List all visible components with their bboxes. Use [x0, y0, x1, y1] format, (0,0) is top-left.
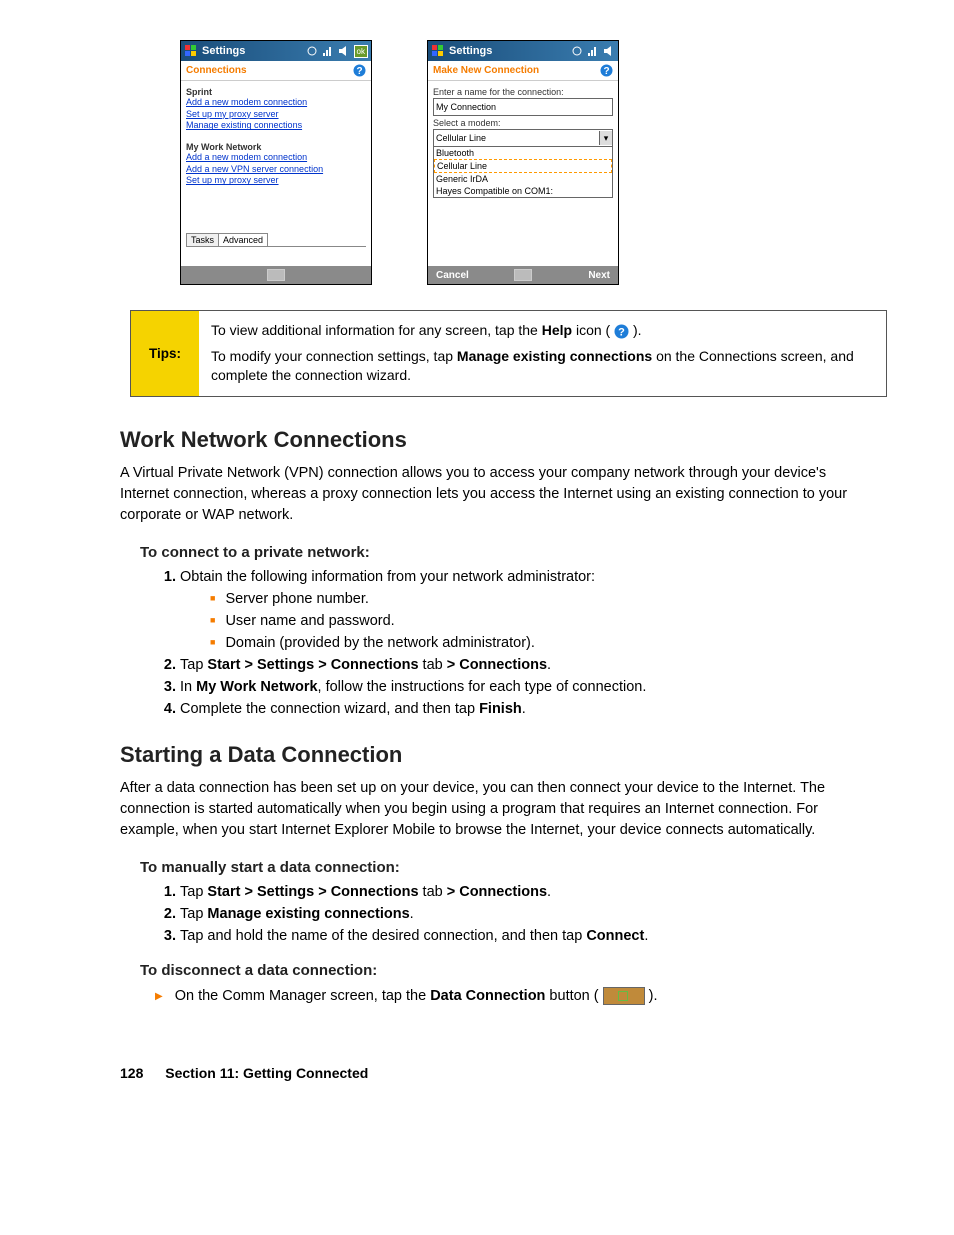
page-footer: 128 Section 11: Getting Connected — [120, 1065, 874, 1081]
sprint-label: Sprint — [186, 87, 366, 97]
content: Sprint Add a new modem connection Set up… — [181, 81, 371, 266]
steps-private: Obtain the following information from yo… — [180, 569, 874, 717]
start-icon — [184, 44, 198, 58]
help-icon: ? — [614, 324, 629, 339]
sync-icon — [571, 45, 583, 57]
modem-options: Bluetooth Cellular Line Generic IrDA Hay… — [433, 147, 613, 198]
data-connection-button-icon — [603, 987, 645, 1005]
option-cellular[interactable]: Cellular Line — [434, 159, 612, 173]
intro-work: A Virtual Private Network (VPN) connecti… — [120, 463, 874, 526]
tips-label: Tips: — [131, 311, 199, 396]
content: Enter a name for the connection: My Conn… — [428, 81, 618, 266]
status-icons — [306, 45, 350, 57]
link-manage[interactable]: Manage existing connections — [186, 120, 366, 132]
next-button[interactable]: Next — [588, 270, 610, 281]
disconnect-step: On the Comm Manager screen, tap the Data… — [155, 987, 874, 1005]
cancel-button[interactable]: Cancel — [436, 270, 469, 281]
section-label: Section 11: Getting Connected — [165, 1065, 368, 1081]
start-icon — [431, 44, 445, 58]
bottombar: Cancel Next — [428, 266, 618, 284]
help-icon[interactable]: ? — [600, 64, 613, 77]
status-icons — [571, 45, 615, 57]
svg-text:?: ? — [603, 66, 609, 77]
subheader-title: Connections — [186, 65, 247, 76]
keyboard-icon[interactable] — [514, 269, 532, 281]
chevron-down-icon: ▾ — [599, 131, 612, 145]
tab-row: Tasks Advanced — [186, 233, 366, 247]
bullets: Server phone number. User name and passw… — [210, 591, 874, 651]
name-input[interactable]: My Connection — [433, 98, 613, 116]
keyboard-icon[interactable] — [267, 269, 285, 281]
step-1: Obtain the following information from yo… — [180, 569, 874, 651]
signal-icon — [587, 45, 599, 57]
titlebar: Settings ok — [181, 41, 371, 61]
intro-data: After a data connection has been set up … — [120, 778, 874, 841]
name-label: Enter a name for the connection: — [433, 87, 613, 97]
step-3: In My Work Network, follow the instructi… — [180, 679, 874, 695]
heading-starting-data: Starting a Data Connection — [120, 742, 874, 768]
subheader: Connections ? — [181, 61, 371, 81]
tab-advanced[interactable]: Advanced — [218, 233, 268, 246]
speaker-icon — [603, 45, 615, 57]
device-screenshots: Settings ok Connections ? Sprint Add a n… — [180, 40, 874, 285]
screenshot-connections: Settings ok Connections ? Sprint Add a n… — [180, 40, 372, 285]
bullet: User name and password. — [210, 613, 874, 629]
bottombar — [181, 266, 371, 284]
step-1: Tap Start > Settings > Connections tab >… — [180, 884, 874, 900]
link-work-vpn[interactable]: Add a new VPN server connection — [186, 164, 366, 176]
heading-work-network: Work Network Connections — [120, 427, 874, 453]
step-4: Complete the connection wizard, and then… — [180, 701, 874, 717]
tips-body: To view additional information for any s… — [199, 311, 886, 396]
modem-select[interactable]: Cellular Line ▾ — [433, 129, 613, 147]
step-2: Tap Start > Settings > Connections tab >… — [180, 657, 874, 673]
option-irda[interactable]: Generic IrDA — [434, 173, 612, 185]
disconnect-steps: On the Comm Manager screen, tap the Data… — [155, 987, 874, 1005]
page-number: 128 — [120, 1065, 143, 1081]
modem-label: Select a modem: — [433, 118, 613, 128]
screenshot-new-connection: Settings Make New Connection ? Enter a n… — [427, 40, 619, 285]
sub-disconnect: To disconnect a data connection: — [140, 962, 874, 979]
option-hayes[interactable]: Hayes Compatible on COM1: — [434, 185, 612, 197]
bullet: Server phone number. — [210, 591, 874, 607]
window-title: Settings — [202, 45, 302, 57]
svg-text:?: ? — [356, 66, 362, 77]
subheader-title: Make New Connection — [433, 65, 539, 76]
option-bluetooth[interactable]: Bluetooth — [434, 147, 612, 159]
sub-connect-private: To connect to a private network: — [140, 544, 874, 561]
link-add-modem[interactable]: Add a new modem connection — [186, 97, 366, 109]
help-icon[interactable]: ? — [353, 64, 366, 77]
bullet: Domain (provided by the network administ… — [210, 635, 874, 651]
subheader: Make New Connection ? — [428, 61, 618, 81]
link-proxy[interactable]: Set up my proxy server — [186, 109, 366, 121]
step-3: Tap and hold the name of the desired con… — [180, 928, 874, 944]
link-work-modem[interactable]: Add a new modem connection — [186, 152, 366, 164]
svg-text:?: ? — [618, 326, 625, 338]
tips-box: Tips: To view additional information for… — [130, 310, 887, 397]
link-work-proxy[interactable]: Set up my proxy server — [186, 175, 366, 187]
signal-icon — [322, 45, 334, 57]
sync-icon — [306, 45, 318, 57]
titlebar: Settings — [428, 41, 618, 61]
steps-manual: Tap Start > Settings > Connections tab >… — [180, 884, 874, 944]
step-2: Tap Manage existing connections. — [180, 906, 874, 922]
tab-tasks[interactable]: Tasks — [186, 233, 219, 246]
window-title: Settings — [449, 45, 567, 57]
sub-manual-start: To manually start a data connection: — [140, 859, 874, 876]
speaker-icon — [338, 45, 350, 57]
ok-button[interactable]: ok — [354, 45, 368, 58]
work-label: My Work Network — [186, 142, 366, 152]
